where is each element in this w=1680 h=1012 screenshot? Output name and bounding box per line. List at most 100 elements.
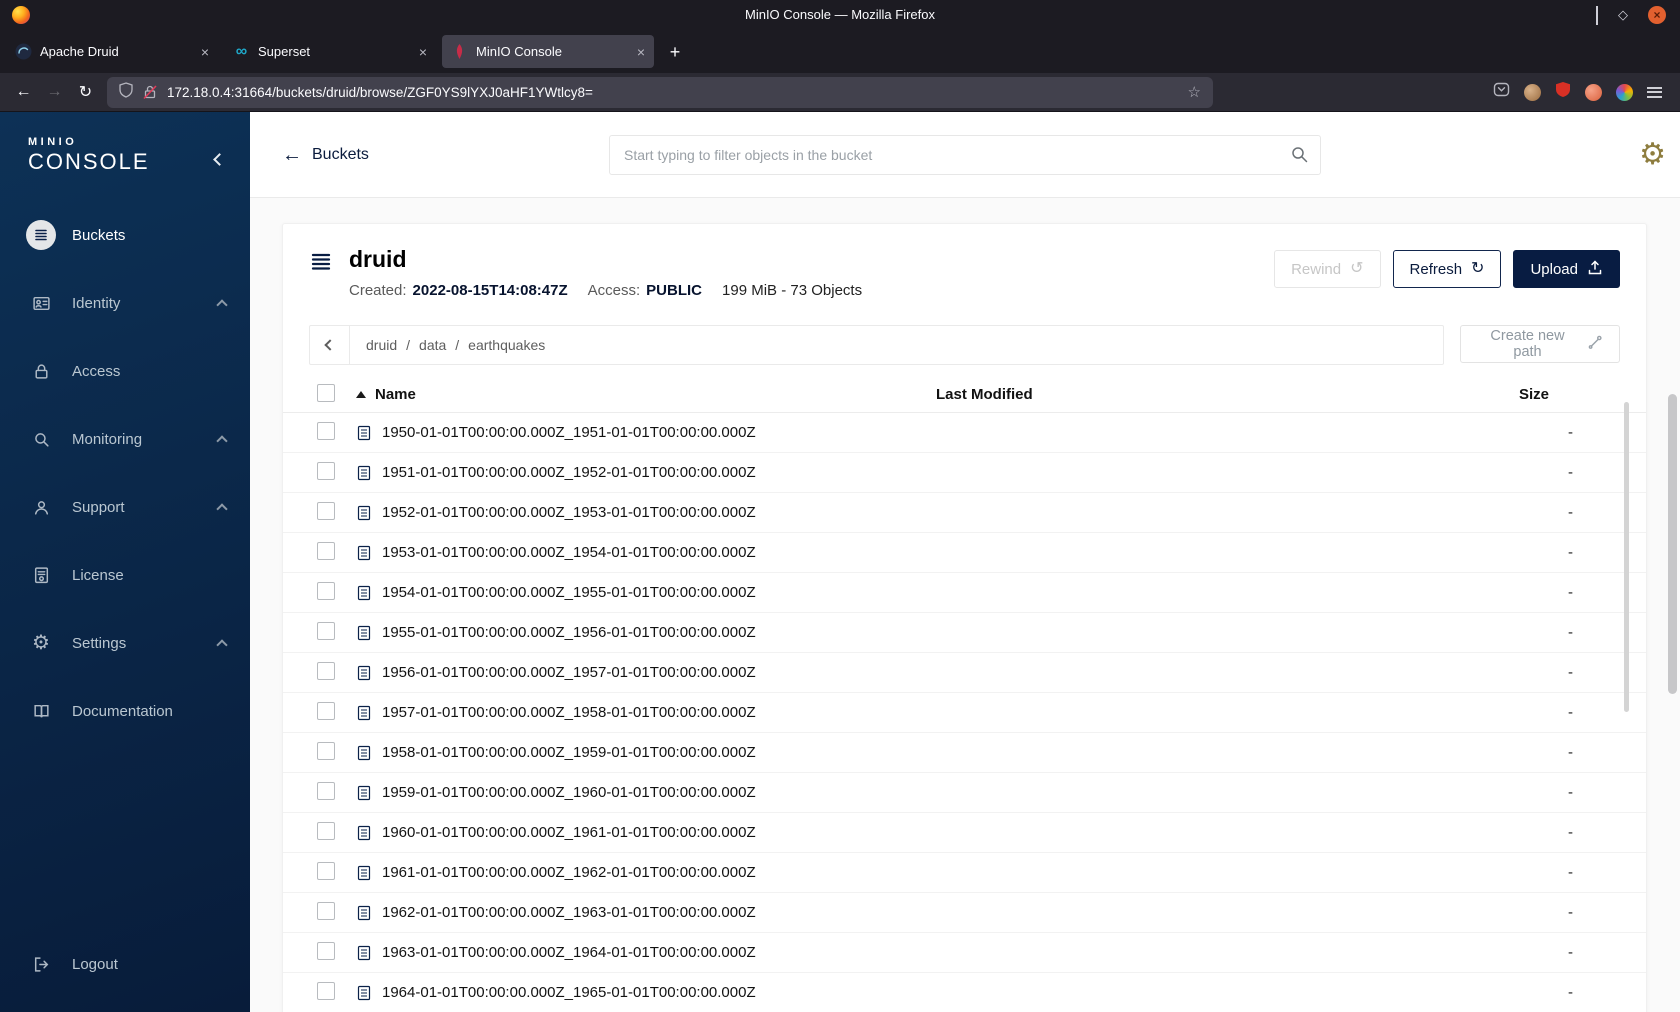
column-header-name[interactable]: Name [375,386,416,403]
object-row[interactable]: 1958-01-01T00:00:00.000Z_1959-01-01T00:0… [283,733,1646,773]
sidebar-item-license[interactable]: License [0,541,250,609]
sort-ascending-icon[interactable] [356,391,366,398]
sidebar-item-logout[interactable]: Logout [0,930,250,998]
browser-forward-button[interactable]: → [39,78,70,107]
console-settings-gear-icon[interactable]: ⚙ [1639,139,1666,170]
tab-close-icon[interactable]: × [419,45,427,59]
create-new-path-button[interactable]: Create new path [1460,325,1620,363]
row-checkbox[interactable] [317,461,335,480]
row-checkbox[interactable] [317,901,335,920]
breadcrumb-segment[interactable]: druid [366,337,397,353]
insecure-lock-icon[interactable] [142,84,158,100]
back-to-buckets[interactable]: ← Buckets [282,145,369,165]
tab-apache-druid[interactable]: Apache Druid × [6,35,218,68]
object-row[interactable]: 1951-01-01T00:00:00.000Z_1952-01-01T00:0… [283,453,1646,493]
object-name[interactable]: 1955-01-01T00:00:00.000Z_1956-01-01T00:0… [382,624,756,641]
object-row[interactable]: 1962-01-01T00:00:00.000Z_1963-01-01T00:0… [283,893,1646,933]
object-row[interactable]: 1956-01-01T00:00:00.000Z_1957-01-01T00:0… [283,653,1646,693]
browser-reload-button[interactable]: ↻ [70,78,101,107]
row-checkbox[interactable] [317,861,335,880]
row-checkbox[interactable] [317,941,335,960]
object-row[interactable]: 1960-01-01T00:00:00.000Z_1961-01-01T00:0… [283,813,1646,853]
select-all-checkbox[interactable] [317,383,335,402]
sidebar-item-buckets[interactable]: Buckets [0,201,250,269]
column-header-last-modified[interactable]: Last Modified [936,386,1519,403]
page-scrollbar-thumb[interactable] [1668,394,1677,694]
object-name[interactable]: 1961-01-01T00:00:00.000Z_1962-01-01T00:0… [382,864,756,881]
sidebar-item-identity[interactable]: Identity [0,269,250,337]
object-name[interactable]: 1962-01-01T00:00:00.000Z_1963-01-01T00:0… [382,904,756,921]
sidebar-item-monitoring[interactable]: Monitoring [0,405,250,473]
window-controls: ◇ × [1596,5,1680,25]
new-tab-button[interactable]: + [660,37,690,67]
url-bar[interactable]: 172.18.0.4:31664/buckets/druid/browse/ZG… [107,76,1213,108]
sidebar-collapse-button[interactable] [208,148,230,170]
object-name[interactable]: 1960-01-01T00:00:00.000Z_1961-01-01T00:0… [382,824,756,841]
object-row[interactable]: 1952-01-01T00:00:00.000Z_1953-01-01T00:0… [283,493,1646,533]
row-checkbox[interactable] [317,701,335,720]
row-checkbox[interactable] [317,741,335,760]
object-name[interactable]: 1950-01-01T00:00:00.000Z_1951-01-01T00:0… [382,424,756,441]
object-name[interactable]: 1963-01-01T00:00:00.000Z_1964-01-01T00:0… [382,944,756,961]
column-header-size[interactable]: Size [1519,386,1622,403]
tab-superset[interactable]: ∞ Superset × [224,35,436,68]
object-size: - [1568,584,1573,601]
row-checkbox[interactable] [317,661,335,680]
refresh-button[interactable]: Refresh ↻ [1392,250,1502,288]
object-row[interactable]: 1963-01-01T00:00:00.000Z_1964-01-01T00:0… [283,933,1646,973]
object-filter-input[interactable] [609,135,1321,175]
ublock-origin-icon[interactable] [1555,81,1571,103]
object-row[interactable]: 1953-01-01T00:00:00.000Z_1954-01-01T00:0… [283,533,1646,573]
object-name[interactable]: 1959-01-01T00:00:00.000Z_1960-01-01T00:0… [382,784,756,801]
tab-close-icon[interactable]: × [637,45,645,59]
object-row[interactable]: 1961-01-01T00:00:00.000Z_1962-01-01T00:0… [283,853,1646,893]
menu-hamburger-icon[interactable] [1647,86,1662,98]
profile-avatar-icon[interactable] [1585,83,1602,101]
sidebar-item-support[interactable]: Support [0,473,250,541]
object-row[interactable]: 1954-01-01T00:00:00.000Z_1955-01-01T00:0… [283,573,1646,613]
pocket-icon[interactable] [1493,81,1510,103]
list-scrollbar-thumb[interactable] [1624,402,1629,712]
row-checkbox[interactable] [317,781,335,800]
sidebar-item-settings[interactable]: ⚙ Settings [0,609,250,677]
row-checkbox[interactable] [317,821,335,840]
window-maximize-button[interactable]: ◇ [1618,8,1628,21]
row-checkbox[interactable] [317,581,335,600]
breadcrumb-segment[interactable]: data [419,337,446,353]
row-checkbox[interactable] [317,421,335,440]
object-name[interactable]: 1964-01-01T00:00:00.000Z_1965-01-01T00:0… [382,984,756,1001]
object-name[interactable]: 1953-01-01T00:00:00.000Z_1954-01-01T00:0… [382,544,756,561]
object-name[interactable]: 1958-01-01T00:00:00.000Z_1959-01-01T00:0… [382,744,756,761]
sidebar-item-access[interactable]: Access [0,337,250,405]
object-name[interactable]: 1954-01-01T00:00:00.000Z_1955-01-01T00:0… [382,584,756,601]
object-size: - [1568,824,1573,841]
breadcrumb-segment[interactable]: earthquakes [468,337,545,353]
object-name[interactable]: 1952-01-01T00:00:00.000Z_1953-01-01T00:0… [382,504,756,521]
bookmark-star-icon[interactable]: ☆ [1188,83,1201,101]
row-checkbox[interactable] [317,501,335,520]
tab-close-icon[interactable]: × [201,45,209,59]
row-checkbox[interactable] [317,621,335,640]
object-name[interactable]: 1951-01-01T00:00:00.000Z_1952-01-01T00:0… [382,464,756,481]
browser-back-button[interactable]: ← [8,78,39,107]
object-row[interactable]: 1950-01-01T00:00:00.000Z_1951-01-01T00:0… [283,413,1646,453]
url-text[interactable]: 172.18.0.4:31664/buckets/druid/browse/ZG… [167,85,1179,100]
rewind-button[interactable]: Rewind ↺ [1274,250,1381,288]
object-row[interactable]: 1955-01-01T00:00:00.000Z_1956-01-01T00:0… [283,613,1646,653]
row-checkbox[interactable] [317,981,335,1000]
object-row[interactable]: 1957-01-01T00:00:00.000Z_1958-01-01T00:0… [283,693,1646,733]
path-back-button[interactable] [310,326,350,364]
window-close-button[interactable]: × [1648,5,1666,24]
window-minimize-button[interactable] [1596,5,1598,25]
object-name[interactable]: 1957-01-01T00:00:00.000Z_1958-01-01T00:0… [382,704,756,721]
account-avatar-icon[interactable] [1524,83,1541,101]
extension-pinwheel-icon[interactable] [1616,83,1633,101]
tab-minio-console[interactable]: MinIO Console × [442,35,654,68]
object-row[interactable]: 1959-01-01T00:00:00.000Z_1960-01-01T00:0… [283,773,1646,813]
row-checkbox[interactable] [317,541,335,560]
sidebar-item-documentation[interactable]: Documentation [0,677,250,745]
tracking-protection-shield-icon[interactable] [119,81,133,103]
upload-button[interactable]: Upload [1513,250,1620,288]
object-row[interactable]: 1964-01-01T00:00:00.000Z_1965-01-01T00:0… [283,973,1646,1012]
object-name[interactable]: 1956-01-01T00:00:00.000Z_1957-01-01T00:0… [382,664,756,681]
